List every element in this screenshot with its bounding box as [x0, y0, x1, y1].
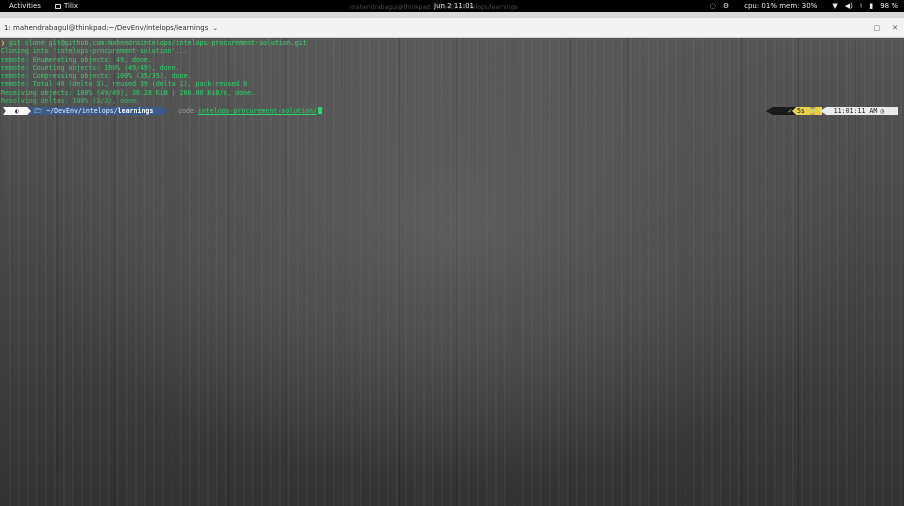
ubuntu-icon: ◐: [15, 107, 19, 115]
output-line: Receiving objects: 100% (49/49), 36.28 K…: [1, 88, 256, 97]
clock-icon: ◷: [880, 107, 885, 115]
typed-command[interactable]: code intelops-procurement-solution/: [178, 107, 322, 115]
prompt-directory-segment: 🗁 ~/DevEnv/intelops/learnings: [28, 107, 168, 115]
close-button[interactable]: ✕: [892, 18, 898, 38]
command-line: ❯ git clone git@github.com:mahendraintel…: [1, 39, 307, 47]
output-line: remote: Enumerating objects: 49, done.: [1, 55, 152, 64]
battery-level[interactable]: 98 %: [880, 0, 898, 12]
output-line: remote: Total 49 (delta 3), reused 39 (d…: [1, 80, 248, 89]
text-cursor: [317, 107, 322, 114]
typed-cmd: code: [178, 107, 194, 115]
duration-text: 5s ⌛: [796, 107, 818, 115]
powerline-prompt: ◐ 🗁 ~/DevEnv/intelops/learnings code int…: [0, 107, 904, 115]
battery-icon[interactable]: ▮: [869, 0, 873, 12]
terminal-titlebar[interactable]: 1: mahendrabagul@thinkpad:~/DevEnv/intel…: [0, 18, 904, 38]
wifi-icon[interactable]: ▼: [832, 0, 837, 12]
prompt-status-segment: ✓: [766, 107, 796, 115]
window-controls: □ ✕: [874, 18, 899, 38]
clipboard-icon[interactable]: ◌: [710, 0, 716, 12]
dir-current: learnings: [117, 107, 154, 115]
system-tray[interactable]: ◌ ⚙ cpu: 01% mem: 30% ▼ ◀) ♮ ▮ 98 %: [710, 0, 898, 12]
prompt-chevron-icon: ❯: [1, 39, 5, 47]
output-line: remote: Compressing objects: 100% (35/35…: [1, 72, 192, 81]
activities-button[interactable]: Activities: [9, 0, 41, 12]
background-window-title: mahendrabagul@thinkpad:~/DevEnv/intelops…: [350, 4, 518, 11]
terminal-pane[interactable]: ❯ git clone git@github.com:mahendraintel…: [0, 38, 904, 506]
terminal-output: ❯ git clone git@github.com:mahendraintel…: [1, 39, 307, 105]
time-text: 11:01:11 AM: [833, 107, 878, 115]
chevron-down-icon[interactable]: ⌄: [212, 18, 218, 38]
typed-arg: intelops-procurement-solution/: [197, 107, 317, 115]
volume-icon[interactable]: ◀): [845, 0, 853, 12]
dir-prefix: ~/DevEnv/intelops/: [46, 107, 118, 115]
folder-icon: 🗁: [34, 107, 47, 115]
output-line: Cloning into 'intelops-procurement-solut…: [1, 47, 188, 56]
system-stats[interactable]: cpu: 01% mem: 30%: [744, 0, 817, 12]
maximize-button[interactable]: □: [874, 18, 881, 38]
session-title: 1: mahendrabagul@thinkpad:~/DevEnv/intel…: [4, 24, 209, 32]
terminal-app-icon: [55, 3, 61, 9]
prompt-os-segment: ◐: [3, 107, 31, 115]
prompt-time-segment: 11:01:11 AM ◷: [820, 107, 898, 115]
prompt-duration-segment: 5s ⌛: [792, 107, 822, 115]
check-icon: ✓: [788, 107, 792, 115]
app-name: Tilix: [64, 2, 79, 10]
mic-icon[interactable]: ♮: [860, 0, 863, 12]
session-selector[interactable]: 1: mahendrabagul@thinkpad:~/DevEnv/intel…: [4, 18, 218, 38]
app-menu[interactable]: Tilix: [55, 0, 78, 12]
output-line: remote: Counting objects: 100% (49/49), …: [1, 63, 180, 72]
command-text: git clone git@github.com:mahendraintelop…: [8, 39, 307, 47]
output-line: Resolving deltas: 100% (3/3), done.: [1, 97, 140, 106]
settings-icon[interactable]: ⚙: [723, 0, 729, 12]
